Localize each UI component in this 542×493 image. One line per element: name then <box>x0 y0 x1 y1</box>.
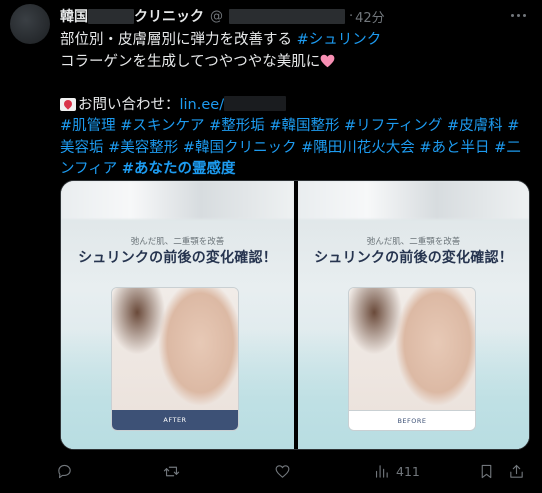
hashtag[interactable]: #皮膚科 <box>447 118 503 134</box>
views-button[interactable]: 411 <box>373 463 420 480</box>
share-icon <box>510 464 523 478</box>
hashtag[interactable]: ンフィア <box>60 161 117 177</box>
hashtag[interactable]: #スキンケア <box>120 118 204 134</box>
repost-button[interactable] <box>163 463 180 480</box>
hashtag[interactable]: #整形垢 <box>209 118 265 134</box>
handle-prefix: @ <box>210 8 223 24</box>
separator-dot: · <box>349 8 354 24</box>
image-subtitle: 弛んだ肌、二重顎を改善 <box>130 237 225 247</box>
text-line-6: 美容垢 #美容整形 #韓国クリニック #隅田川花火大会 #あと半日 #二 <box>60 138 528 160</box>
hashtag-shrink[interactable]: #シュリンク <box>297 32 382 48</box>
hashtag[interactable]: #あと半日 <box>419 140 489 156</box>
text-line-7: ンフィア #あなたの霊感度 <box>60 159 528 181</box>
image-title: シュリンクの前後の変化確認！ <box>78 250 277 266</box>
text-line-1: 部位別・皮膚層別に弾力を改善する #シュリンク <box>60 30 528 52</box>
post-header: 韓国 クリニック @ · 42分 <box>60 6 385 26</box>
redacted-link <box>224 95 287 111</box>
photo-caption: AFTER <box>112 410 238 430</box>
text-line-5: #肌管理 #スキンケア #整形垢 #韓国整形 #リフティング #皮膚科 # <box>60 116 528 138</box>
text-line-4: お問い合わせ：lin.ee/ <box>60 95 528 117</box>
redacted-handle <box>229 8 345 24</box>
action-bar: 411 <box>56 460 526 486</box>
post: 韓国 クリニック @ · 42分 部位別・皮膚層別に弾力を改善する #シュリンク… <box>0 0 542 493</box>
face-photo <box>112 288 238 410</box>
media-gallery: 弛んだ肌、二重顎を改善 シュリンクの前後の変化確認！ AFTER 弛んだ肌、二重… <box>60 180 530 450</box>
hashtag[interactable]: #肌管理 <box>60 118 116 134</box>
image-title: シュリンクの前後の変化確認！ <box>314 250 513 266</box>
love-letter-icon <box>60 97 76 111</box>
blurred-banner <box>61 181 294 219</box>
hashtag[interactable]: #二 <box>494 140 521 156</box>
views-icon <box>375 465 388 478</box>
redacted-name <box>88 8 134 24</box>
hashtag[interactable]: #美容整形 <box>108 140 178 156</box>
author-name-suffix: クリニック <box>134 9 204 25</box>
image-subtitle: 弛んだ肌、二重顎を改善 <box>366 237 461 247</box>
face-photo <box>349 288 475 410</box>
hashtag-trending[interactable]: #あなたの霊感度 <box>122 161 236 177</box>
text-line-2: コラーゲンを生成してつやつやな美肌に <box>60 52 528 74</box>
media-image-after[interactable]: 弛んだ肌、二重顎を改善 シュリンクの前後の変化確認！ AFTER <box>61 181 294 449</box>
media-image-before[interactable]: 弛んだ肌、二重顎を改善 シュリンクの前後の変化確認！ BEFORE <box>294 181 529 449</box>
repost-icon <box>163 466 180 477</box>
reply-button[interactable] <box>56 463 73 480</box>
pink-heart-icon <box>320 54 335 67</box>
hashtag[interactable]: #韓国整形 <box>269 118 339 134</box>
text-segment: 部位別・皮膚層別に弾力を改善する <box>60 32 292 48</box>
author-name-prefix: 韓国 <box>60 9 88 25</box>
post-time[interactable]: 42分 <box>355 7 385 26</box>
blurred-banner <box>298 181 529 219</box>
avatar[interactable] <box>10 4 50 44</box>
bookmark-button[interactable] <box>478 463 495 480</box>
face-photo-card: AFTER <box>111 287 239 431</box>
author-name[interactable]: 韓国 クリニック <box>60 6 204 26</box>
hashtag[interactable]: #隅田川花火大会 <box>301 140 415 156</box>
hashtag[interactable]: #リフティング <box>344 118 442 134</box>
face-photo-card: BEFORE <box>348 287 476 431</box>
like-button[interactable] <box>274 463 291 480</box>
text-segment: コラーゲンを生成してつやつやな美肌に <box>60 53 321 70</box>
post-text: 部位別・皮膚層別に弾力を改善する #シュリンク コラーゲンを生成してつやつやな美… <box>60 30 528 181</box>
like-icon <box>275 465 290 478</box>
reply-icon <box>58 464 71 479</box>
bookmark-icon <box>481 464 492 479</box>
author-handle[interactable]: @ <box>210 8 345 24</box>
hashtag[interactable]: #韓国クリニック <box>183 140 297 156</box>
views-count: 411 <box>396 464 420 479</box>
share-button[interactable] <box>508 463 525 480</box>
hashtag[interactable]: # <box>507 118 519 134</box>
photo-caption: BEFORE <box>349 410 475 430</box>
hashtag[interactable]: 美容垢 <box>60 140 104 156</box>
text-segment: お問い合わせ： <box>78 96 180 113</box>
line-link[interactable]: lin.ee/ <box>180 97 225 113</box>
more-options-icon[interactable] <box>508 6 528 24</box>
